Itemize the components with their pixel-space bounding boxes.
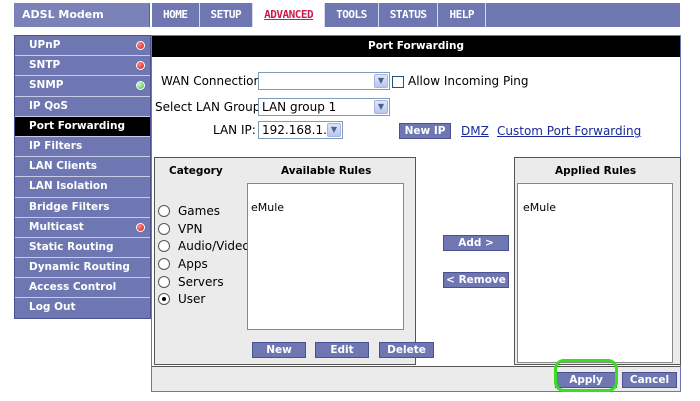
sidebar-item-multicast[interactable]: Multicast [15,218,150,238]
sidebar-item-label: SNMP [29,79,64,92]
sidebar-item-snmp[interactable]: SNMP [15,76,150,97]
chevron-down-icon: ▼ [374,74,388,88]
sidebar-item-static-routing[interactable]: Static Routing [15,238,150,259]
rule-selection-panel: Category Available Rules Games VPN Audio… [154,157,434,365]
add-rule-button[interactable]: Add > [443,235,509,251]
status-red-icon [136,61,145,71]
status-green-icon [136,81,145,91]
new-ip-button[interactable]: New IP [399,123,451,139]
sidebar-item-label: Log Out [29,301,76,314]
lan-group-label: Select LAN Group: [155,100,265,114]
category-label: Servers [178,275,224,289]
main-panel: Port Forwarding WAN Connection: ▼ Allow … [151,35,681,392]
lan-ip-label: LAN IP: [213,123,256,137]
category-radio-games[interactable] [158,205,170,217]
category-radio-apps[interactable] [158,258,170,270]
delete-rule-button[interactable]: Delete [379,342,434,358]
sidebar-item-log-out[interactable]: Log Out [15,298,150,318]
lan-ip-value: 192.168.1.2 [262,123,335,137]
category-label: Apps [178,257,208,271]
category-header: Category [169,165,223,177]
highlight-ring [554,359,618,392]
app-title: ADSL Modem [14,3,150,27]
cancel-button[interactable]: Cancel [622,372,677,388]
category-label: VPN [178,222,203,236]
sidebar-item-label: Dynamic Routing [29,261,130,274]
sidebar-item-label: UPnP [29,39,61,51]
applied-rules-panel: Applied Rules eMule [514,157,681,365]
sidebar-item-access-control[interactable]: Access Control [15,278,150,299]
sidebar-item-sntp[interactable]: SNTP [15,56,150,77]
allow-ping-label: Allow Incoming Ping [408,74,529,88]
sidebar-item-label: IP QoS [29,99,68,112]
applied-rules-list[interactable]: eMule [517,183,673,363]
category-label: Games [178,204,220,218]
sidebar-item-port-forwarding[interactable]: Port Forwarding [15,116,150,137]
sidebar-item-label: IP Filters [29,139,83,152]
tab-setup[interactable]: SETUP [200,3,254,27]
applied-rules-header: Applied Rules [555,165,637,177]
lan-group-select[interactable]: LAN group 1 ▼ [258,98,390,116]
sidebar-item-lan-clients[interactable]: LAN Clients [15,157,150,178]
chevron-down-icon: ▼ [374,100,388,114]
lan-group-value: LAN group 1 [262,100,337,114]
tab-bar-filler [486,3,680,27]
tab-help[interactable]: HELP [438,3,486,27]
category-label: Audio/Video [178,239,250,253]
status-red-icon [136,41,145,50]
allow-ping-checkbox[interactable] [392,76,404,88]
status-red-icon [136,222,145,232]
sidebar-item-label: Multicast [29,220,84,233]
sidebar-item-ip-filters[interactable]: IP Filters [15,137,150,158]
category-radio-servers[interactable] [158,276,170,288]
list-item[interactable]: eMule [251,201,284,214]
category-radio-user[interactable] [158,293,170,305]
main-tabs: HOME SETUP ADVANCED TOOLS STATUS HELP [152,3,680,27]
tab-tools[interactable]: TOOLS [325,3,379,27]
category-label: User [178,292,206,306]
sidebar-item-lan-isolation[interactable]: LAN Isolation [15,177,150,198]
sidebar-item-label: LAN Isolation [29,180,108,193]
page-title: Port Forwarding [152,36,680,57]
sidebar-item-dynamic-routing[interactable]: Dynamic Routing [15,258,150,279]
remove-rule-button[interactable]: < Remove [443,272,509,288]
available-rules-header: Available Rules [281,165,372,177]
edit-rule-button[interactable]: Edit [315,342,369,358]
tab-status[interactable]: STATUS [379,3,439,27]
sidebar-item-ip-qos[interactable]: IP QoS [15,97,150,117]
tab-advanced[interactable]: ADVANCED [253,3,326,27]
top-bar: ADSL Modem HOME SETUP ADVANCED TOOLS STA… [0,0,700,27]
chevron-down-icon: ▼ [327,123,341,137]
dmz-link[interactable]: DMZ [461,124,489,138]
sidebar: UPnP SNTP SNMP IP QoS Port Forwarding IP… [14,35,151,319]
available-rules-list[interactable]: eMule [247,183,404,330]
sidebar-item-label: LAN Clients [29,160,98,173]
sidebar-item-bridge-filters[interactable]: Bridge Filters [15,198,150,218]
list-item[interactable]: eMule [523,201,556,214]
sidebar-item-label: Access Control [29,281,117,294]
custom-port-forwarding-link[interactable]: Custom Port Forwarding [497,124,641,138]
sidebar-item-label: Static Routing [29,240,114,253]
tab-home[interactable]: HOME [152,3,200,27]
sidebar-item-upnp[interactable]: UPnP [15,36,150,57]
lan-ip-select[interactable]: 192.168.1.2 ▼ [258,121,343,139]
sidebar-item-label: SNTP [29,59,61,72]
new-rule-button[interactable]: New [252,342,306,358]
wan-connection-label: WAN Connection: [161,74,266,88]
sidebar-item-label: Port Forwarding [29,119,125,132]
sidebar-item-label: Bridge Filters [29,200,110,213]
category-radio-audio-video[interactable] [158,240,170,252]
wan-connection-select[interactable]: ▼ [258,72,390,90]
category-radio-vpn[interactable] [158,223,170,235]
